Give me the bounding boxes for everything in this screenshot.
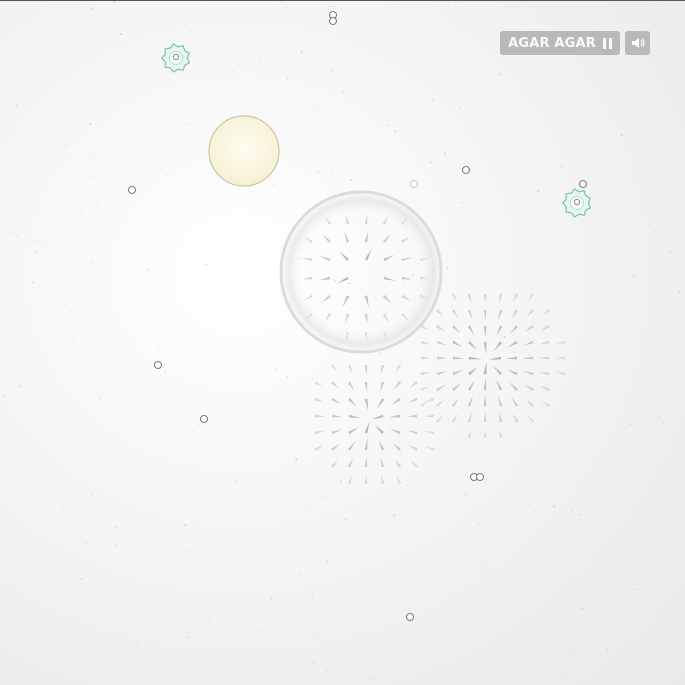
germ-cell[interactable]: [561, 188, 592, 218]
particle: [127, 185, 137, 195]
particle: [153, 360, 163, 370]
game-canvas[interactable]: AGAR AGAR: [0, 0, 685, 685]
particle: [199, 414, 209, 424]
germ-cell[interactable]: [160, 43, 191, 73]
particle: [475, 472, 485, 482]
particle: [328, 16, 338, 26]
playfield: [0, 0, 681, 685]
hud: AGAR AGAR: [500, 31, 650, 55]
particle: [405, 612, 415, 622]
sound-toggle-button[interactable]: [625, 31, 650, 55]
ghost-cell: [279, 190, 443, 354]
pause-icon: [603, 37, 612, 49]
particle: [409, 179, 419, 189]
pause-button[interactable]: AGAR AGAR: [500, 31, 620, 55]
game-title: AGAR AGAR: [508, 35, 596, 51]
speaker-icon: [631, 38, 645, 48]
particle: [461, 165, 471, 175]
player-cell[interactable]: [208, 115, 280, 187]
particle: [578, 179, 588, 189]
